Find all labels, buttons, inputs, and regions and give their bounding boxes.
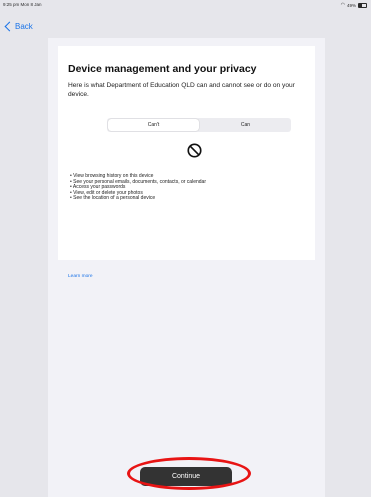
cant-list: View browsing history on this device See…	[70, 173, 206, 202]
continue-button[interactable]: Continue	[140, 467, 232, 486]
top-bar: 9:25 pm Mon 8 Jan ◠ 49% Back	[0, 0, 371, 38]
chevron-left-icon	[4, 21, 15, 32]
status-indicators: ◠ 49%	[341, 2, 367, 8]
cant-can-segmented-control: Can't Can	[107, 118, 291, 132]
no-symbol-icon	[187, 143, 202, 158]
battery-percent: 49%	[346, 2, 356, 8]
battery-icon	[358, 2, 367, 8]
main-content: Device management and your privacy Here …	[48, 38, 325, 497]
screen: 9:25 pm Mon 8 Jan ◠ 49% Back Device mana…	[0, 0, 371, 497]
segment-cant[interactable]: Can't	[108, 119, 199, 131]
page-subtitle: Here is what Department of Education QLD…	[68, 82, 295, 98]
page-title: Device management and your privacy	[68, 63, 257, 75]
wifi-icon: ◠	[340, 2, 345, 8]
segment-can[interactable]: Can	[200, 118, 291, 132]
learn-more-link[interactable]: Learn more	[68, 274, 93, 279]
status-time-date: 9:25 pm Mon 8 Jan	[3, 2, 42, 7]
back-label: Back	[15, 22, 33, 31]
list-item: See the location of a personal device	[70, 196, 206, 202]
back-button[interactable]: Back	[4, 21, 33, 32]
privacy-card: Device management and your privacy Here …	[58, 46, 315, 260]
